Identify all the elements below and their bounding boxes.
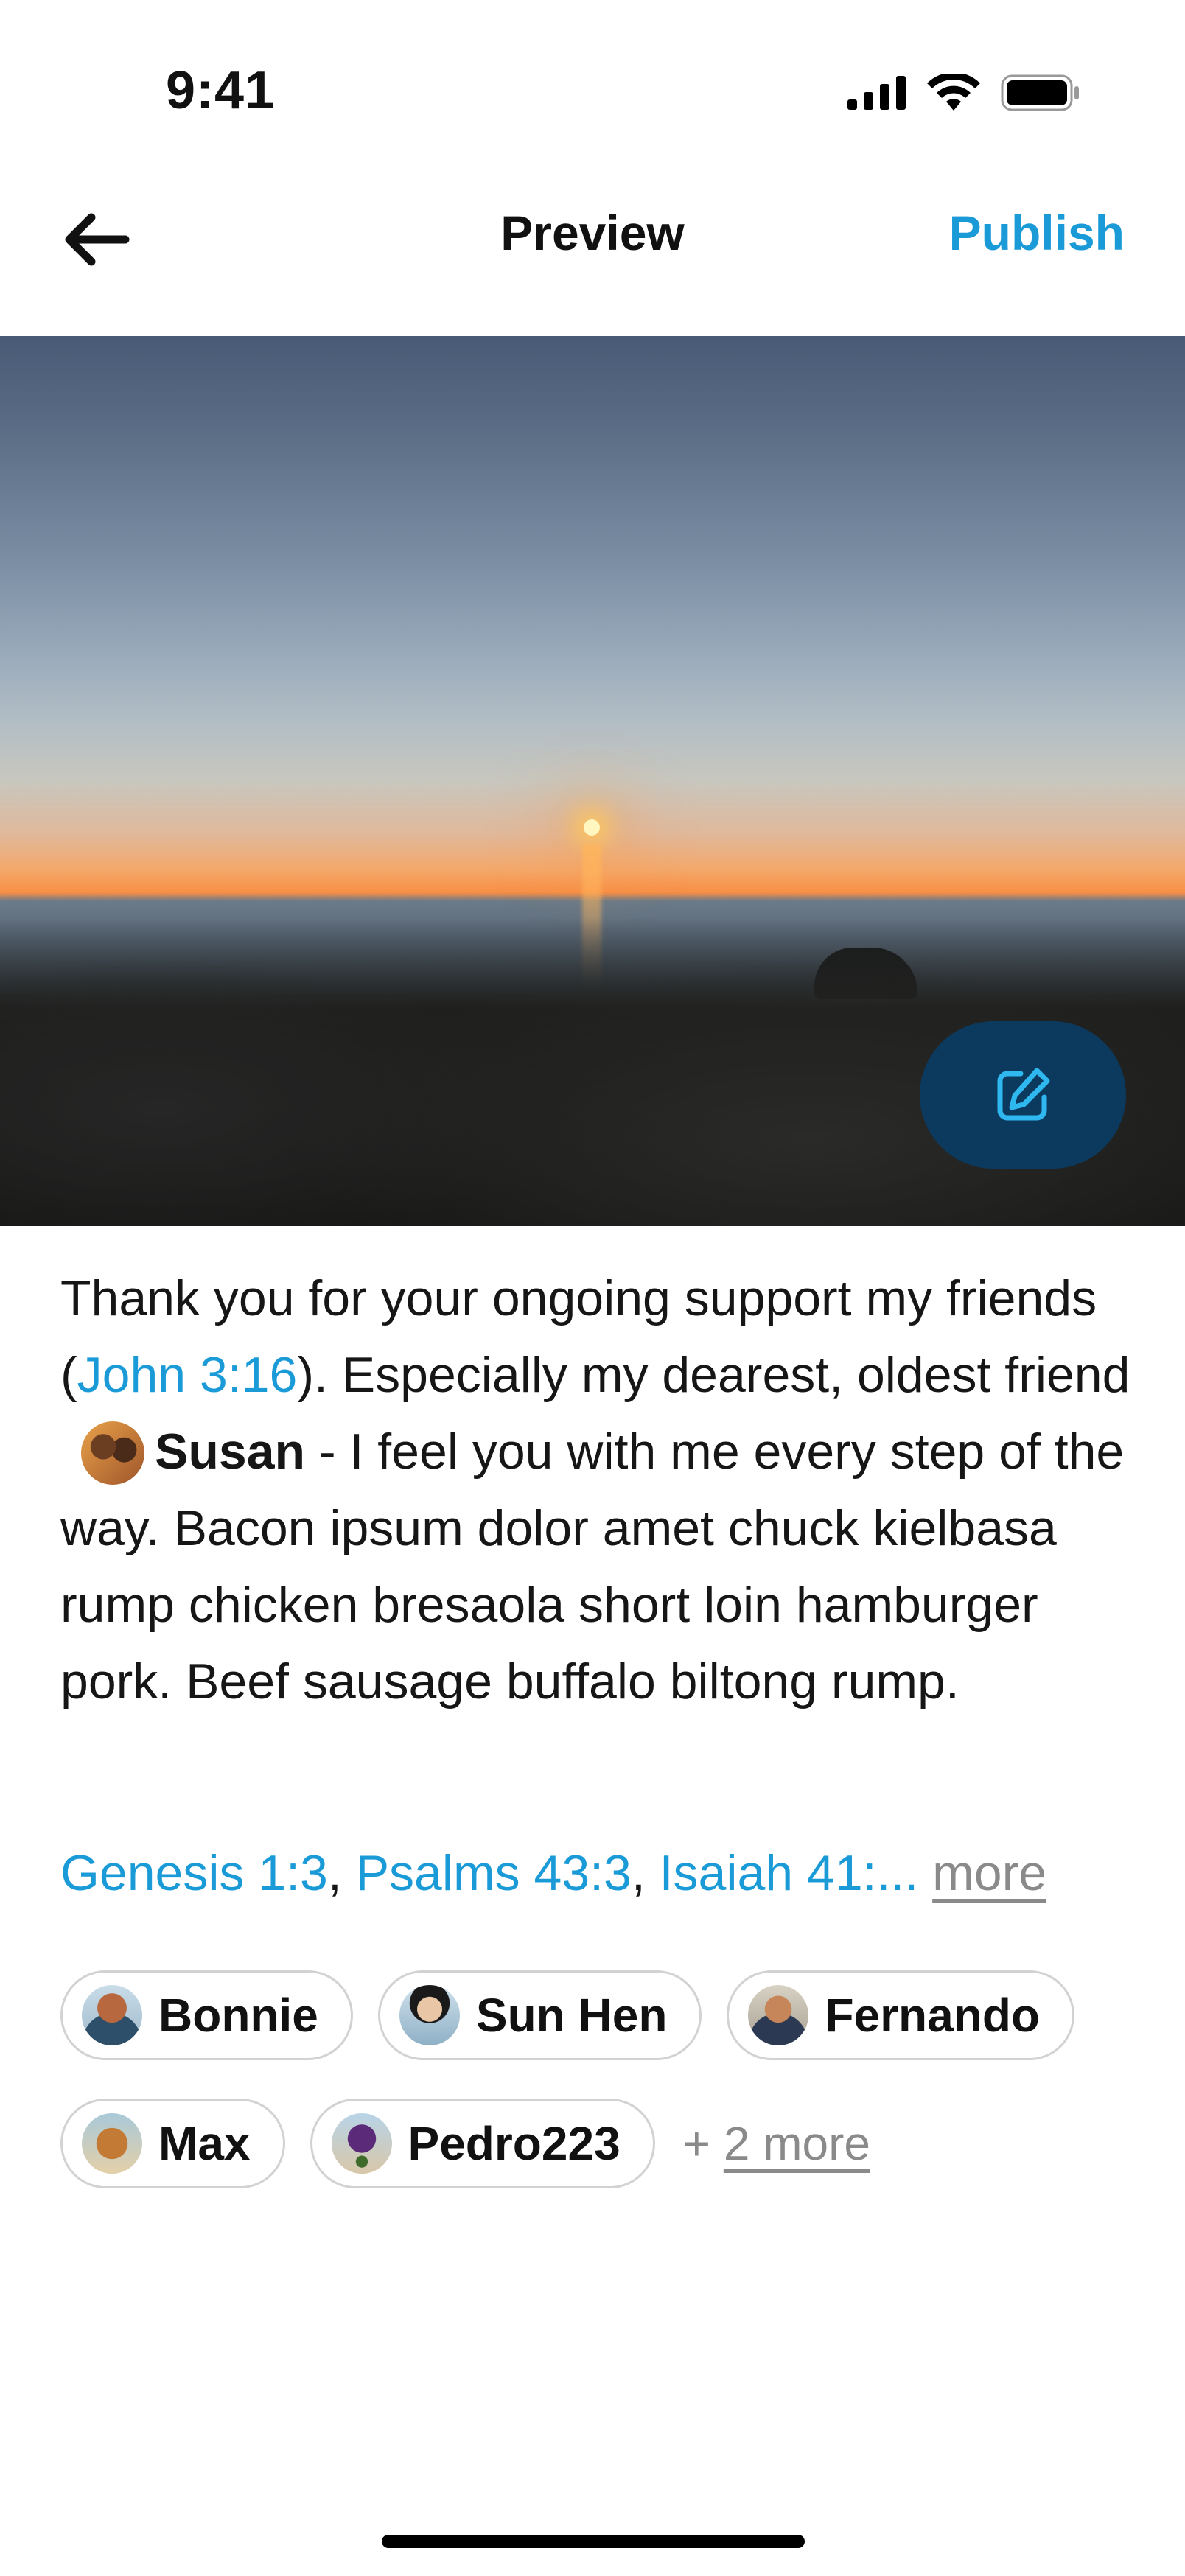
post-caption: Thank you for your ongoing support my fr… [60, 1260, 1136, 1720]
sun [584, 819, 600, 836]
battery-icon [1001, 74, 1079, 111]
nav-bar: Preview Publish [0, 169, 1185, 335]
caption-text: ). Especially my dearest, oldest friend [297, 1347, 1130, 1403]
avatar [399, 1985, 460, 2045]
signal-icon [847, 76, 906, 110]
more-people-link[interactable]: + 2 more [683, 2116, 870, 2171]
avatar [82, 1985, 142, 2045]
tagged-people: Bonnie Sun Hen Fernando Max Pedro223 + 2… [60, 1969, 1136, 2225]
avatar [82, 2113, 142, 2174]
person-chip-fernando[interactable]: Fernando [727, 1970, 1074, 2060]
person-name: Pedro223 [408, 2117, 621, 2170]
person-chip-pedro223[interactable]: Pedro223 [310, 2099, 655, 2188]
more-people-prefix: + [682, 2117, 711, 2170]
edit-pencil-icon [997, 1068, 1050, 1121]
verse-reference[interactable]: Psalms 43:3 [356, 1845, 632, 1901]
publish-button[interactable]: Publish [949, 205, 1125, 261]
verse-references: Genesis 1:3, Psalms 43:3, Isaiah 41:... … [60, 1836, 1136, 1910]
chip-row: Bonnie Sun Hen Fernando [60, 1969, 1136, 2062]
chip-row: Max Pedro223 + 2 more [60, 2097, 1136, 2190]
edit-photo-button[interactable] [920, 1021, 1126, 1169]
person-name: Max [158, 2117, 251, 2170]
person-chip-max[interactable]: Max [60, 2099, 285, 2188]
post-photo [0, 336, 1185, 1226]
avatar [748, 1985, 809, 2045]
preview-screen: 9:41 Preview Publish Thank you for your … [0, 0, 1185, 2576]
separator: , [631, 1845, 660, 1901]
verse-reference[interactable]: Genesis 1:3 [60, 1845, 328, 1901]
verse-reference[interactable]: Isaiah 41:... [660, 1845, 919, 1901]
avatar [331, 2113, 392, 2174]
separator: , [327, 1845, 356, 1901]
status-bar: 9:41 [0, 0, 1185, 169]
more-references-link[interactable]: more [932, 1845, 1046, 1901]
status-time: 9:41 [166, 61, 276, 120]
person-chip-sun-hen[interactable]: Sun Hen [377, 1970, 702, 2060]
person-chip-bonnie[interactable]: Bonnie [60, 1970, 353, 2060]
status-icons [847, 71, 1080, 115]
mention-susan[interactable]: Susan [155, 1424, 305, 1480]
home-indicator [382, 2535, 805, 2548]
verse-link[interactable]: John 3:16 [77, 1347, 298, 1403]
person-name: Fernando [825, 1989, 1040, 2042]
wifi-icon [927, 74, 980, 111]
more-people-label: 2 more [723, 2117, 870, 2170]
person-name: Bonnie [158, 1989, 318, 2042]
susan-avatar [81, 1421, 144, 1485]
person-name: Sun Hen [475, 1989, 668, 2042]
